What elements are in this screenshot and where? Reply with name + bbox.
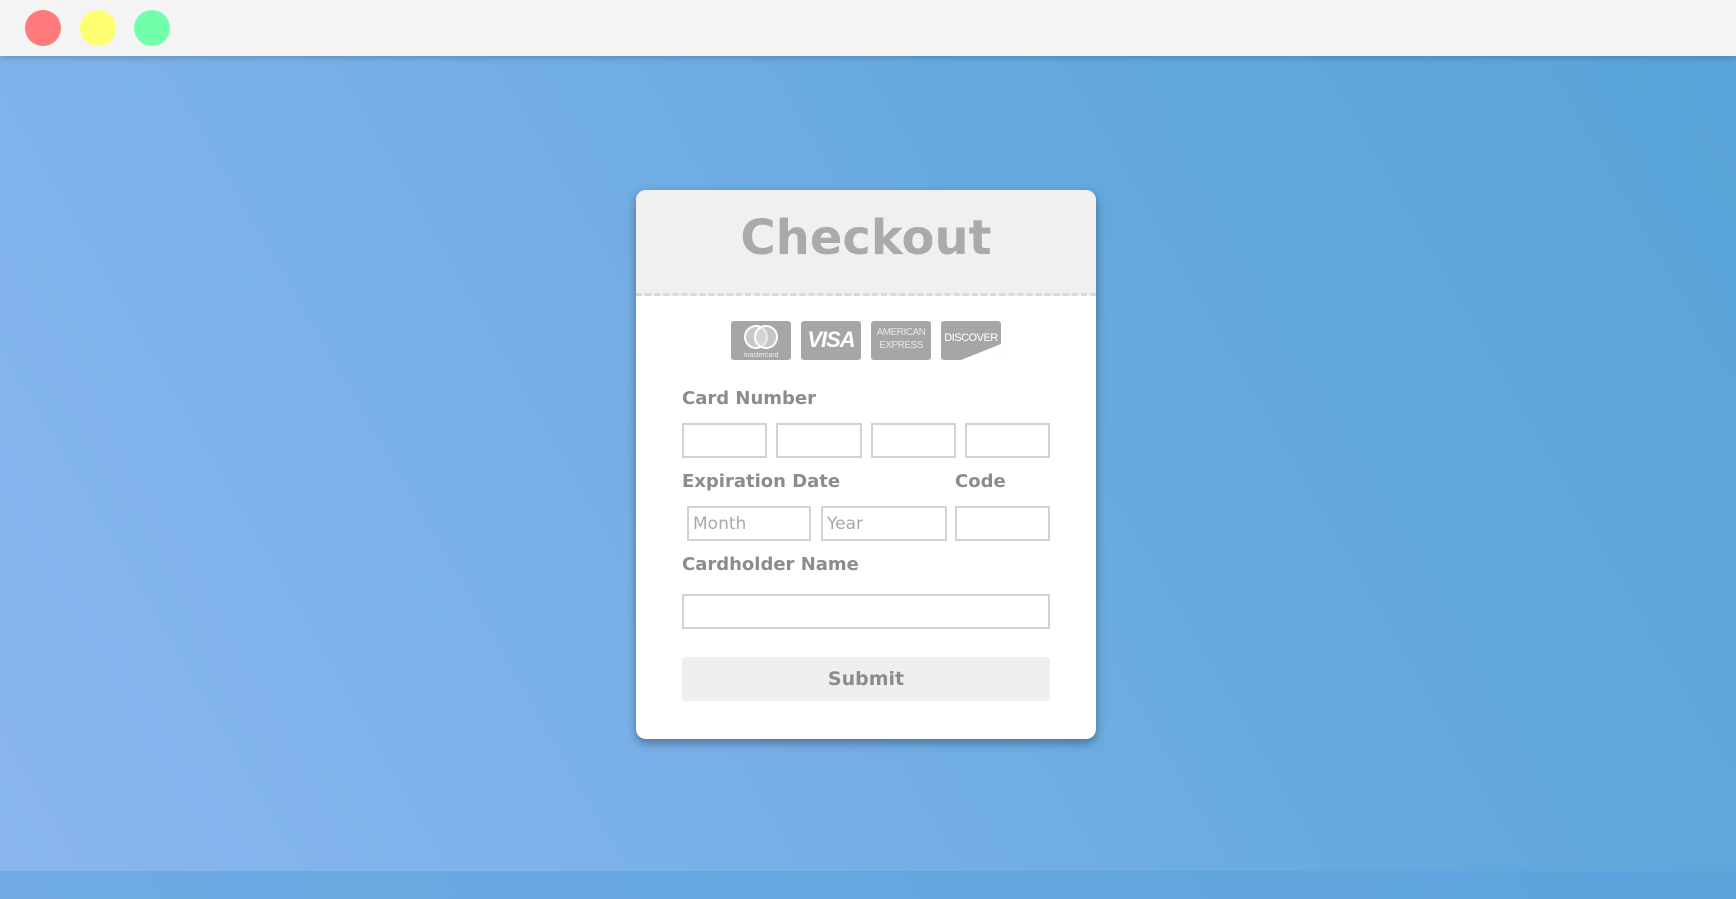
window-maximize-button[interactable]: [134, 10, 170, 46]
bottom-strip: [0, 871, 1736, 899]
mastercard-icon: mastercard: [731, 321, 791, 360]
card-logos: mastercard VISA AMERICAN EXPRESS DISCOVE…: [636, 321, 1096, 360]
checkout-header: Checkout: [636, 190, 1096, 296]
window-minimize-button[interactable]: [80, 10, 116, 46]
checkout-card: Checkout mastercard VISA AMERICAN EXPRES…: [636, 190, 1096, 739]
card-number-field-1[interactable]: [682, 423, 767, 458]
expiration-date-label: Expiration Date: [682, 471, 841, 492]
submit-button[interactable]: Submit: [682, 657, 1050, 701]
window-titlebar: [0, 0, 1736, 56]
visa-icon: VISA: [801, 321, 861, 360]
american-express-icon: AMERICAN EXPRESS: [871, 321, 931, 360]
security-code-field[interactable]: [955, 506, 1050, 541]
code-label: Code: [955, 471, 1006, 492]
page-title: Checkout: [740, 210, 992, 266]
discover-icon: DISCOVER: [941, 321, 1001, 360]
card-number-field-4[interactable]: [965, 423, 1050, 458]
expiration-month-field[interactable]: [687, 506, 811, 541]
cardholder-name-label: Cardholder Name: [682, 554, 859, 575]
card-number-label: Card Number: [682, 388, 816, 409]
expiration-year-field[interactable]: [821, 506, 947, 541]
card-number-field-3[interactable]: [871, 423, 956, 458]
cardholder-name-field[interactable]: [682, 594, 1050, 629]
window-close-button[interactable]: [25, 10, 61, 46]
card-number-field-2[interactable]: [776, 423, 862, 458]
